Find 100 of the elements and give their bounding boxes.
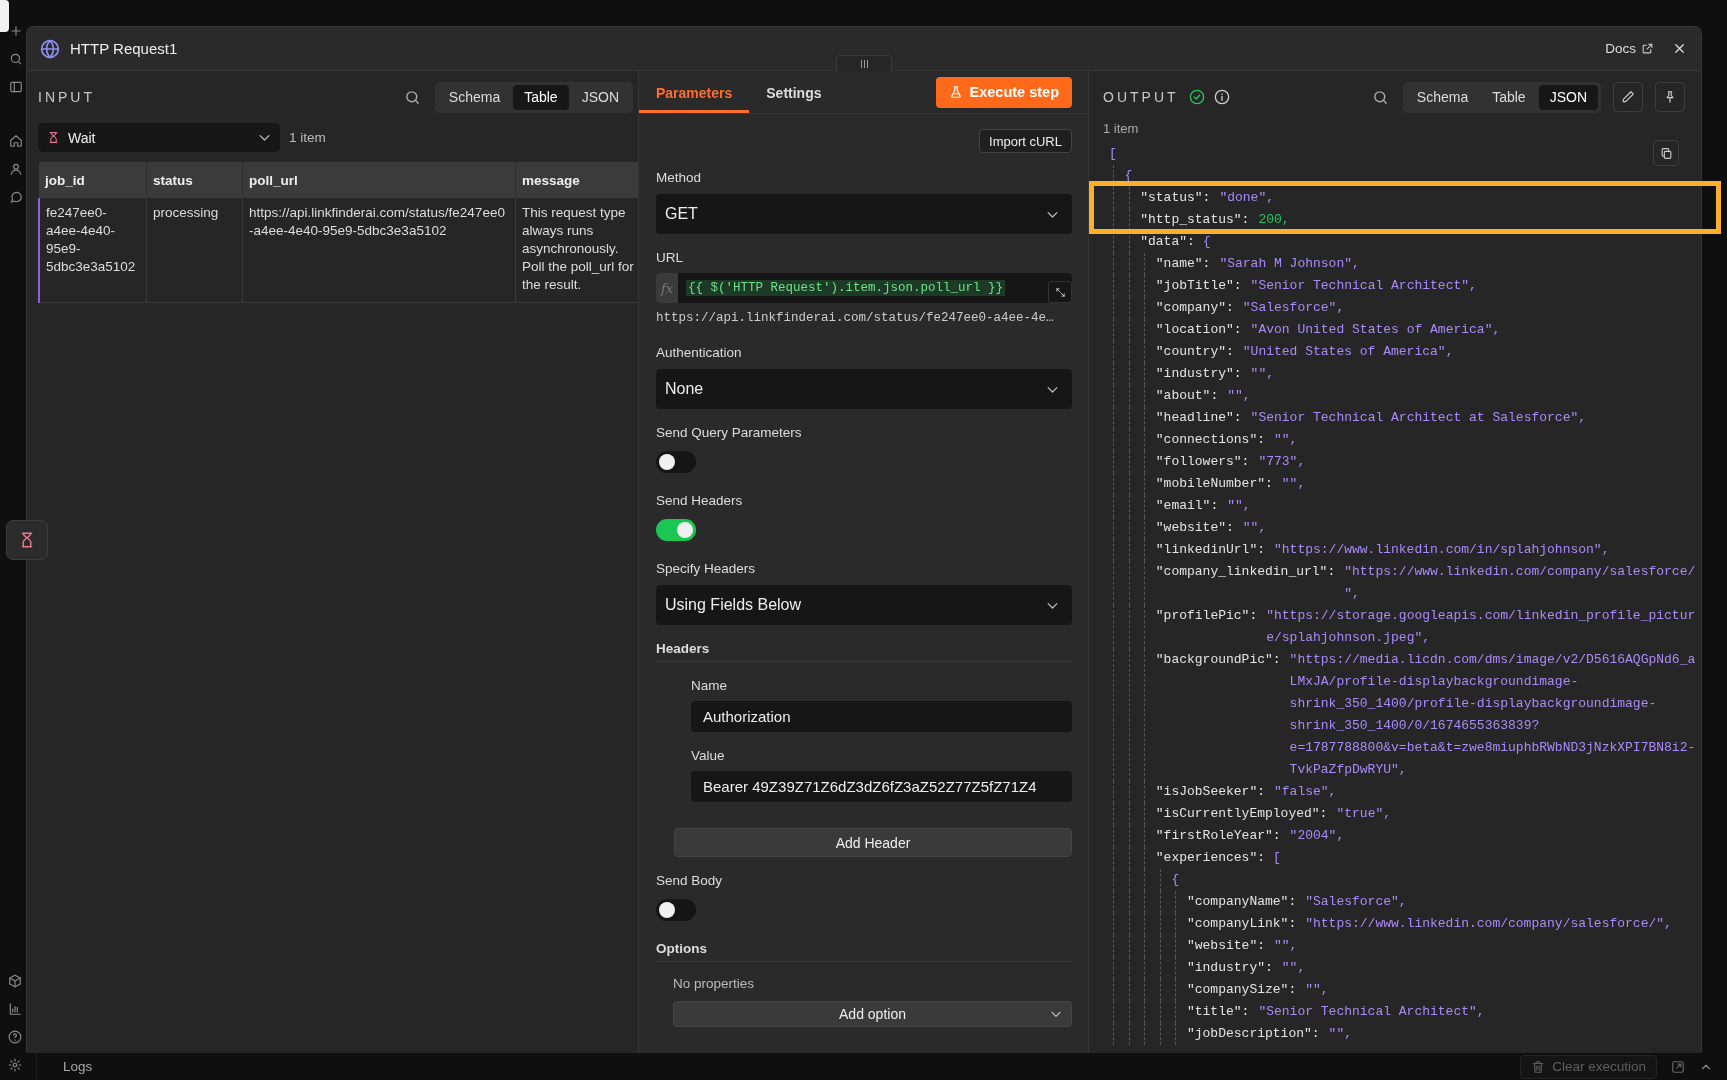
search-icon[interactable] [403,88,421,106]
json-key: "linkedinUrl": [1155,539,1265,561]
pin-icon [1663,90,1677,104]
json-key: "http_status": [1140,209,1250,231]
field-label: Value [691,747,726,765]
field-label: Send Body [656,872,724,890]
json-key: "isCurrentlyEmployed": [1155,803,1328,825]
search-icon[interactable] [9,52,23,66]
json-key: "mobileNumber": [1155,473,1273,495]
json-value: "done", [1219,189,1275,207]
json-bracket: { [1171,871,1180,889]
input-field[interactable]: Authorization [691,701,1072,732]
json-value: "United States of America", [1242,343,1455,361]
field-label: Authentication [656,344,743,362]
field-label: Method [656,169,703,187]
json-key: "companySize": [1186,979,1297,1001]
json-key: "industry": [1186,957,1273,979]
json-value: "https://storage.googleapis.com/linkedin_profile_picture/splahjohnson.jpeg", [1266,607,1697,647]
hourglass-icon [47,131,60,144]
json-value: "https://media.licdn.com/dms/image/v2/D5616AQGpNd6_aLMxJA/profile-displaybackgroundimage-shrink_350_1400/profile-displaybackgroundimage-shrink_350_1400/0/1674655363839?e=1787788800&v=beta&t=zwe8miuphbRWbND3jNzkXPI7BN8i2-TvkPaZfpDwRYU", [1289,651,1697,779]
json-value: 200, [1258,211,1291,229]
popout-icon[interactable] [1671,1059,1685,1074]
plus-icon[interactable] [9,24,23,38]
tab[interactable]: Parameters [639,71,750,113]
dropdown[interactable]: GET [656,194,1072,234]
search-icon[interactable] [1371,88,1389,106]
json-key: "name": [1155,253,1211,275]
help-icon[interactable] [8,1030,22,1044]
sidebar-icon[interactable] [9,80,23,94]
chat-icon[interactable] [9,190,23,204]
copy-button[interactable] [1653,140,1679,166]
view-tab[interactable]: JSON [570,84,630,110]
section-heading: Options [656,940,1072,962]
view-tab[interactable]: Table [513,84,569,110]
panel-heading: OUTPUT [1103,89,1179,105]
json-key: "isJobSeeker": [1155,781,1265,803]
view-tab[interactable]: Table [1481,84,1537,110]
field-label: Send Headers [656,492,744,510]
input-field[interactable]: Bearer 49Z39Z71Z6dZ3dZ6fZ3aZ52Z77Z5fZ71Z4 [691,771,1072,802]
json-key: "status": [1140,187,1211,209]
table-cell: processing [146,198,243,303]
json-value: "", [1328,1025,1353,1043]
settings-icon[interactable] [8,1058,22,1072]
json-value: "Senior Technical Architect", [1250,277,1478,295]
user-icon[interactable] [9,162,23,176]
pencil-icon [1621,90,1635,104]
docs-link[interactable]: Docs [1605,41,1654,56]
expand-button[interactable] [1048,281,1072,303]
success-check-icon [1188,89,1205,105]
home-icon[interactable] [9,134,23,148]
json-key: "about": [1155,385,1219,407]
info-icon[interactable] [1213,89,1230,105]
json-value: "773", [1258,453,1307,471]
field-label: Send Query Parameters [656,424,803,442]
pin-button[interactable] [1655,82,1685,112]
tab[interactable]: Settings [749,71,839,113]
view-tab[interactable]: Schema [437,84,512,110]
chart-icon[interactable] [8,1002,22,1016]
trash-icon [1531,1059,1546,1074]
json-bracket: [ [1273,849,1281,867]
dropdown[interactable]: Using Fields Below [656,585,1072,625]
toggle-switch[interactable] [656,519,696,541]
json-value: "", [1227,497,1252,515]
node-button[interactable] [6,520,48,560]
json-value: "https://www.linkedin.com/company/salesforce/", [1344,563,1697,603]
expression-field[interactable]: fx {{ $('HTTP Request').item.json.poll_url }} [656,273,1072,303]
json-value: "https://www.linkedin.com/in/splahjohnson", [1274,541,1611,559]
json-value: "https://www.linkedin.com/company/salesforce/", [1305,915,1673,933]
column-header: poll_url [242,162,516,198]
json-key: "location": [1155,319,1242,341]
close-button[interactable] [1672,41,1687,56]
section-heading: Headers [656,640,1072,662]
table-cell: https://api.linkfinderai.com/status/fe247ee0-a4ee-4e40-95e9-5dbc3e3a5102 [242,198,516,303]
json-key: "profilePic": [1155,605,1258,627]
field-label: Specify Headers [656,560,757,578]
json-value: "2004", [1289,827,1346,845]
globe-icon [40,38,60,59]
json-key: "followers": [1155,451,1250,473]
resize-handle[interactable] [836,55,892,71]
add-option-button[interactable]: Add option [673,1001,1072,1027]
view-tab[interactable]: JSON [1538,84,1598,110]
url-preview: https://api.linkfinderai.com/status/fe247ee0-a4ee-4e… [656,311,1055,327]
import-curl-button[interactable]: Import cURL [979,129,1072,153]
json-value: "", [1250,365,1275,383]
cube-icon[interactable] [8,974,22,988]
column-header: status [146,162,243,198]
toggle-switch[interactable] [656,451,696,473]
edit-button[interactable] [1613,82,1643,112]
toggle-switch[interactable] [656,899,696,921]
json-key: "firstRoleYear": [1155,825,1281,847]
window-title: HTTP Request1 [70,40,178,57]
json-key: "industry": [1155,363,1242,385]
json-value: "Senior Technical Architect", [1258,1003,1486,1021]
external-link-icon [1641,42,1654,55]
dropdown[interactable]: None [656,369,1072,409]
view-tab[interactable]: Schema [1405,84,1480,110]
source-dropdown[interactable]: Wait [38,123,280,152]
json-key: "connections": [1155,429,1265,451]
add-header-button[interactable]: Add Header [674,828,1072,857]
json-bracket: [ [1109,145,1117,163]
